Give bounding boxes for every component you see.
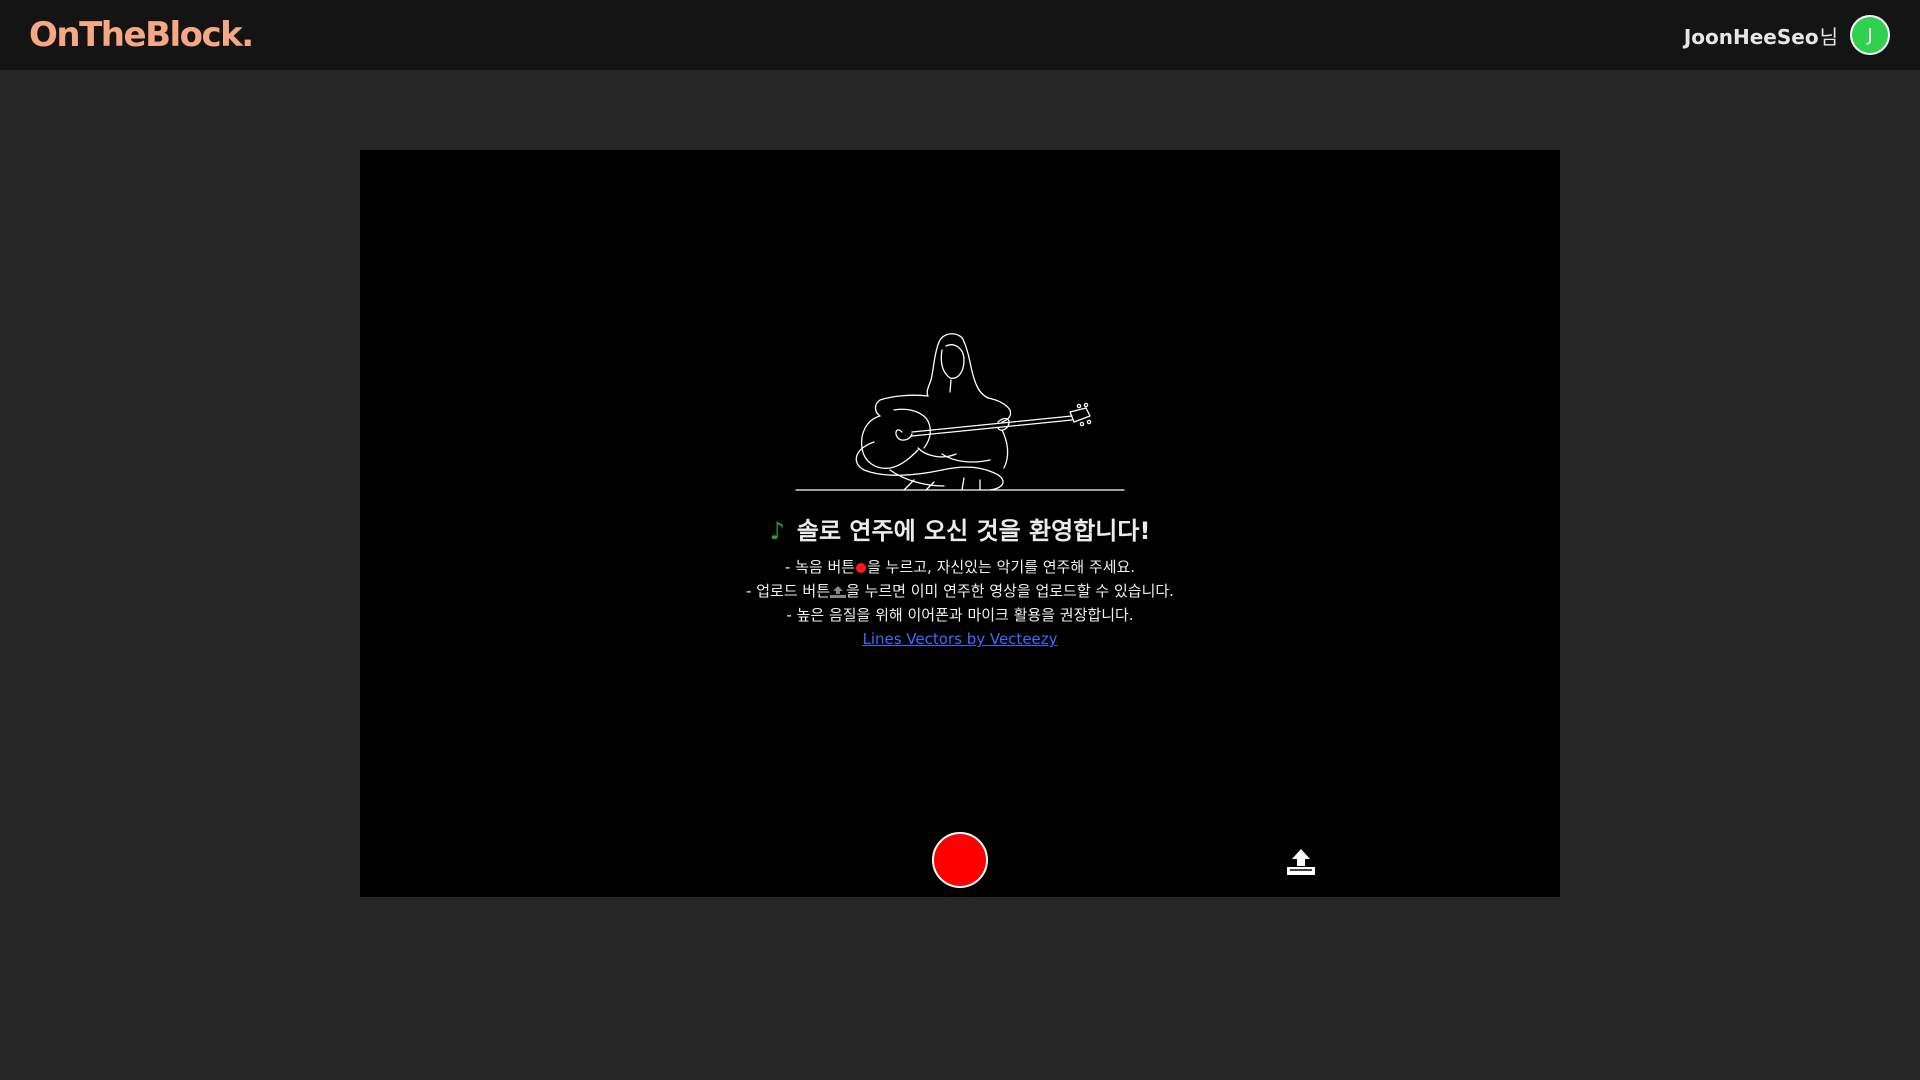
instruction-upload: - 업로드 버튼 을 누르면 이미 연주한 영상을 업로드할 수 있습니다.: [360, 579, 1560, 603]
avatar[interactable]: J: [1850, 15, 1890, 55]
upload-icon[interactable]: [1284, 847, 1318, 877]
welcome-title: ♪ 솔로 연주에 오신 것을 환영합니다!: [360, 514, 1560, 548]
instruction-record-after: 을 누르고, 자신있는 악기를 연주해 주세요.: [867, 558, 1136, 576]
instruction-upload-before: - 업로드 버튼: [746, 582, 830, 600]
music-note-icon: ♪: [769, 517, 785, 545]
username-honorific: 님: [1819, 24, 1838, 49]
instruction-record-before: - 녹음 버튼: [784, 558, 856, 576]
top-navigation-bar: OnTheBlock. JoonHeeSeo 님 J: [0, 0, 1920, 70]
inline-upload-icon: [830, 585, 846, 598]
instruction-record: - 녹음 버튼 을 누르고, 자신있는 악기를 연주해 주세요.: [360, 555, 1560, 579]
app-logo[interactable]: OnTheBlock.: [29, 13, 254, 57]
user-name: JoonHeeSeo 님: [1684, 21, 1838, 50]
record-button[interactable]: [932, 832, 988, 888]
instruction-upload-after: 을 누르면 이미 연주한 영상을 업로드할 수 있습니다.: [846, 582, 1174, 600]
username-text: JoonHeeSeo: [1683, 24, 1819, 49]
user-menu[interactable]: JoonHeeSeo 님 J: [1684, 15, 1890, 55]
credit-line: Lines Vectors by Vecteezy: [360, 627, 1560, 651]
video-stage: ♪ 솔로 연주에 오신 것을 환영합니다! - 녹음 버튼 을 누르고, 자신있는 …: [360, 150, 1560, 897]
credit-link[interactable]: Lines Vectors by Vecteezy: [862, 630, 1057, 648]
welcome-title-text: 솔로 연주에 오신 것을 환영합니다!: [796, 517, 1151, 545]
guitar-player-illustration: [795, 333, 1125, 491]
instructions: - 녹음 버튼 을 누르고, 자신있는 악기를 연주해 주세요. - 업로드 버튼…: [360, 555, 1560, 651]
record-dot-icon: [856, 562, 867, 573]
instruction-audio: - 높은 음질을 위해 이어폰과 마이크 활용을 권장합니다.: [786, 606, 1134, 624]
